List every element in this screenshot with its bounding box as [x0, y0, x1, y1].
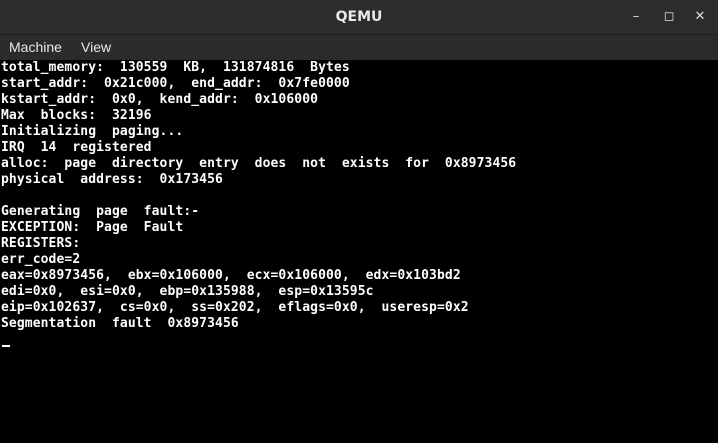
console-line: edi=0x0, esi=0x0, ebp=0x135988, esp=0x13… [1, 284, 374, 299]
menu-machine[interactable]: Machine [9, 35, 62, 60]
console-line: total_memory: 130559 KB, 131874816 Bytes [1, 60, 350, 75]
console-line: Max blocks: 32196 [1, 108, 152, 123]
console-screen[interactable]: total_memory: 130559 KB, 131874816 Bytes… [0, 60, 718, 443]
console-line: physical address: 0x173456 [1, 172, 223, 187]
console-line: kstart_addr: 0x0, kend_addr: 0x106000 [1, 92, 319, 107]
text-cursor [2, 345, 10, 347]
console-line: alloc: page directory entry does not exi… [1, 156, 517, 171]
title-bar[interactable]: QEMU – ◻ ✕ [0, 0, 718, 35]
console-line: eip=0x102637, cs=0x0, ss=0x202, eflags=0… [1, 300, 469, 315]
console-line: Initializing paging... [1, 124, 184, 139]
console-line: eax=0x8973456, ebx=0x106000, ecx=0x10600… [1, 268, 461, 283]
qemu-window: QEMU – ◻ ✕ Machine View total_memory: 13… [0, 0, 718, 443]
console-line: IRQ 14 registered [1, 140, 152, 155]
console-line: REGISTERS: [1, 236, 81, 251]
console-line: err_code=2 [1, 252, 81, 267]
close-icon[interactable]: ✕ [689, 6, 711, 28]
console-line: start_addr: 0x21c000, end_addr: 0x7fe000… [1, 76, 350, 91]
window-title: QEMU [335, 9, 383, 25]
maximize-icon[interactable]: ◻ [658, 6, 680, 28]
menu-view[interactable]: View [81, 35, 111, 60]
console-line: EXCEPTION: Page Fault [1, 220, 184, 235]
console-line: Generating page fault:- [1, 204, 200, 219]
console-line: Segmentation fault 0x8973456 [1, 316, 239, 331]
menu-bar: Machine View [0, 35, 718, 60]
minimize-icon[interactable]: – [625, 6, 647, 28]
